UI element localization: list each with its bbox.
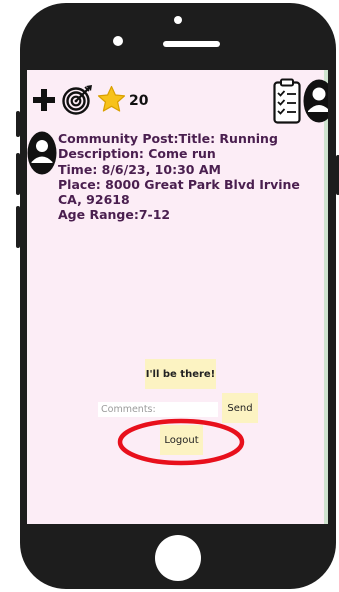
home-button[interactable] — [155, 535, 201, 581]
community-post: Community Post:Title: Running Descriptio… — [58, 131, 308, 223]
phone-frame: 20 Community Post:Title: Running Descrip… — [16, 3, 339, 589]
volume-button — [16, 153, 20, 195]
volume-button — [16, 111, 20, 137]
screen-edge — [324, 70, 328, 524]
volume-button — [16, 206, 20, 248]
post-title: Community Post:Title: Running — [58, 131, 278, 146]
target-icon[interactable] — [62, 84, 93, 115]
app-screen: 20 Community Post:Title: Running Descrip… — [27, 70, 328, 524]
post-age-range: Age Range:7-12 — [58, 207, 171, 223]
send-button[interactable]: Send — [222, 393, 258, 423]
plus-icon[interactable] — [33, 89, 55, 111]
post-place: Place: 8000 Great Park Blvd Irvine — [58, 176, 300, 192]
post-place-cont: CA, 92618 — [58, 192, 130, 208]
user-avatar-icon[interactable] — [303, 79, 328, 123]
camera-dot — [113, 36, 123, 46]
logout-button[interactable]: Logout — [160, 425, 203, 455]
post-time: Time: 8/6/23, 10:30 AM — [58, 161, 221, 177]
rsvp-button[interactable]: I'll be there! — [145, 359, 216, 389]
post-description: Description: Come run — [58, 146, 216, 162]
post-author-avatar — [27, 131, 57, 175]
earpiece-speaker — [163, 41, 220, 47]
clipboard-checklist-icon[interactable] — [273, 78, 301, 124]
comments-input[interactable] — [98, 402, 218, 417]
camera-dot — [174, 16, 182, 24]
star-icon — [97, 85, 126, 112]
points-count: 20 — [129, 93, 149, 109]
